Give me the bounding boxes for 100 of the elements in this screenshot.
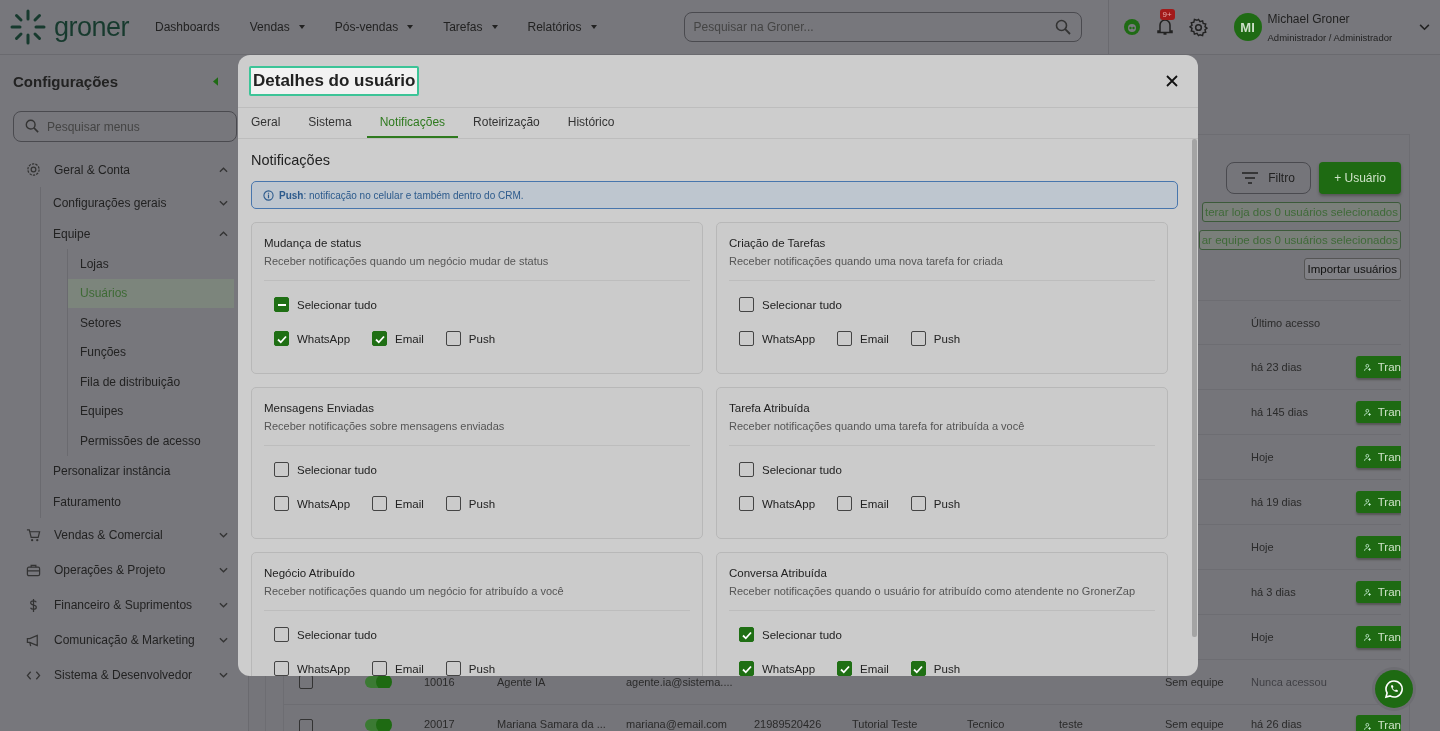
chevron-down-icon[interactable] — [1418, 23, 1430, 31]
info-icon — [263, 189, 274, 201]
menu-item[interactable]: Comunicação & Marketing — [13, 622, 234, 658]
transfer-button[interactable]: Tran — [1356, 536, 1401, 558]
section-heading: Notificações — [251, 152, 331, 168]
tab[interactable]: Histórico — [554, 108, 628, 138]
channel-checkbox[interactable] — [910, 496, 926, 511]
tab[interactable]: Geral — [238, 108, 294, 138]
scrollbar-thumb[interactable] — [1192, 139, 1197, 637]
channel-checkbox[interactable] — [372, 661, 388, 676]
checkbox-label: Email — [395, 332, 424, 345]
user-avatar[interactable]: MI — [1233, 13, 1262, 41]
card-title: Conversa Atribuída — [729, 567, 828, 579]
select-all-checkbox[interactable] — [739, 297, 754, 312]
checkbox-label: WhatsApp — [297, 332, 351, 345]
checkbox-label: Selecionar tudo — [297, 463, 377, 476]
menu-item[interactable]: Personalizar instância — [41, 455, 234, 487]
menu-item[interactable]: Setores — [68, 308, 234, 338]
checkbox-label: WhatsApp — [762, 332, 816, 345]
transfer-button[interactable]: Tran — [1356, 356, 1401, 378]
menu-item[interactable]: Faturamento — [41, 486, 234, 518]
whatsapp-button[interactable] — [1375, 670, 1413, 708]
table-cell: Tutorial Teste — [852, 719, 918, 730]
transfer-button[interactable]: Tran — [1356, 401, 1401, 423]
channel-checkbox[interactable] — [445, 661, 461, 676]
channel-checkbox[interactable] — [274, 661, 289, 676]
select-all-checkbox[interactable] — [739, 627, 754, 642]
menu-item[interactable]: Funções — [68, 337, 234, 367]
transfer-button[interactable]: Tran — [1356, 446, 1401, 468]
table-cell: Hoje — [1251, 631, 1274, 643]
close-icon[interactable] — [1166, 75, 1178, 87]
nav-link[interactable]: Relatórios — [527, 20, 597, 34]
filter-button[interactable]: Filtro — [1226, 162, 1311, 194]
channel-checkbox[interactable] — [274, 496, 289, 511]
tab[interactable]: Roteirização — [460, 108, 553, 138]
menu-item[interactable]: Operações & Projeto — [13, 552, 234, 588]
menu-search-field[interactable]: Pesquisar menus — [13, 111, 237, 142]
card-description: Receber notificações quando o usuário for atribuído como atendente no GronerZap — [729, 585, 1137, 597]
search-field[interactable]: Pesquisar na Groner... — [683, 12, 1082, 42]
nav-link[interactable]: Vendas — [249, 20, 305, 34]
settings-icon[interactable] — [1188, 17, 1208, 37]
table-cell: 21989520426 — [754, 719, 822, 730]
menu-item[interactable]: Equipe — [41, 218, 234, 249]
select-all-checkbox[interactable] — [274, 297, 289, 312]
table-cell: há 3 dias — [1251, 586, 1296, 598]
checkbox-label: Email — [860, 332, 889, 345]
menu-item[interactable]: Configurações gerais — [41, 187, 234, 218]
channel-checkbox[interactable] — [837, 496, 853, 511]
menu-item[interactable]: Financeiro & Suprimentos — [13, 587, 234, 623]
checkbox-label: WhatsApp — [297, 497, 351, 510]
channel-checkbox[interactable] — [739, 496, 754, 511]
menu-item[interactable]: Sistema & Desenvolvedor — [13, 657, 234, 693]
dialog-title: Detalhes do usuário — [249, 66, 420, 96]
table-cell: há 19 dias — [1251, 496, 1302, 508]
info-text: Push: notificação no celular e também dentro do CRM. — [279, 189, 524, 201]
user-plus-icon — [1364, 720, 1372, 731]
nav-link[interactable]: Dashboards — [155, 20, 220, 34]
channel-checkbox[interactable] — [910, 331, 926, 346]
checkbox-label: Email — [395, 497, 424, 510]
channel-checkbox[interactable] — [739, 661, 754, 676]
channel-checkbox[interactable] — [910, 661, 926, 676]
nav-link[interactable]: Pós-vendas — [334, 20, 414, 34]
transfer-button[interactable]: Tran — [1356, 491, 1401, 513]
checkbox-label: Push — [468, 332, 496, 345]
card-description: Receber notificações quando um negócio for atribuído a você — [264, 585, 565, 597]
active-toggle[interactable] — [365, 676, 391, 688]
select-all-checkbox[interactable] — [739, 462, 754, 477]
menu-item[interactable]: Vendas & Comercial — [13, 517, 234, 553]
channel-checkbox[interactable] — [445, 331, 461, 346]
active-toggle[interactable] — [365, 719, 391, 731]
bell-icon[interactable] — [1156, 18, 1173, 36]
channel-checkbox[interactable] — [837, 661, 853, 676]
table-cell: Hoje — [1251, 451, 1274, 463]
card-title: Negócio Atribuído — [264, 567, 356, 579]
table-cell: há 145 dias — [1251, 406, 1308, 418]
transfer-button[interactable]: Tran — [1356, 626, 1401, 648]
menu-item[interactable]: Equipes — [68, 396, 234, 426]
menu-item[interactable]: Fila de distribuição — [68, 367, 234, 397]
channel-checkbox[interactable] — [445, 496, 461, 511]
nav-link[interactable]: Tarefas — [443, 20, 498, 34]
channel-checkbox[interactable] — [837, 331, 853, 346]
menu-item[interactable]: Geral & Conta — [13, 152, 234, 187]
channel-checkbox[interactable] — [372, 331, 388, 346]
menu-item[interactable]: Lojas — [68, 249, 234, 279]
channel-checkbox[interactable] — [372, 496, 388, 511]
tab[interactable]: Sistema — [295, 108, 365, 138]
channel-checkbox[interactable] — [274, 331, 289, 346]
logo-icon — [10, 9, 46, 45]
import-button[interactable]: Importar usuários — [1303, 258, 1401, 280]
card-description: Receber notificações quando uma nova tarefa for criada — [729, 255, 1004, 267]
tab[interactable]: Notificações — [366, 108, 459, 138]
select-all-checkbox[interactable] — [274, 627, 289, 642]
transfer-button[interactable]: Tran — [1356, 581, 1401, 603]
channel-checkbox[interactable] — [739, 331, 754, 346]
menu-item[interactable]: Permissões de acesso — [68, 426, 234, 456]
checkbox-label: WhatsApp — [762, 662, 816, 675]
row-checkbox[interactable] — [299, 719, 313, 731]
transfer-button[interactable]: Tran — [1356, 715, 1401, 731]
add-user-button[interactable]: + Usuário — [1319, 162, 1401, 194]
select-all-checkbox[interactable] — [274, 462, 289, 477]
